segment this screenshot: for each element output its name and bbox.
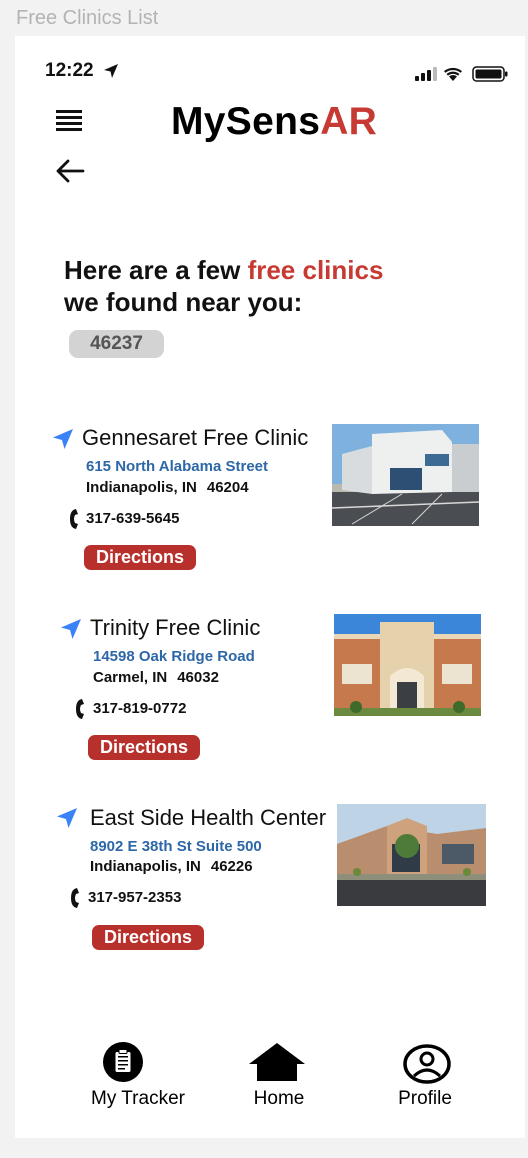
clinic-city: Indianapolis, IN 46226 — [90, 858, 253, 875]
navigation-icon — [60, 618, 82, 640]
nav-home-label[interactable]: Home — [229, 1088, 329, 1110]
wifi-icon — [444, 67, 462, 81]
clinic-name: Trinity Free Clinic — [90, 615, 261, 640]
back-arrow-icon[interactable] — [55, 158, 85, 184]
menu-icon[interactable] — [55, 109, 83, 131]
clinic-phone[interactable]: 317-639-5645 — [86, 510, 179, 527]
clinic-name: Gennesaret Free Clinic — [82, 425, 309, 450]
directions-button[interactable]: Directions — [92, 925, 204, 950]
clinic-photo — [334, 614, 481, 716]
nav-my-tracker[interactable] — [103, 1041, 143, 1083]
directions-button[interactable]: Directions — [88, 735, 200, 760]
app-logo: MySensAR — [171, 100, 378, 143]
zip-code-chip[interactable]: 46237 — [69, 330, 164, 358]
location-arrow-icon — [103, 63, 119, 79]
clinic-phone[interactable]: 317-957-2353 — [88, 889, 181, 906]
clinic-street[interactable]: 14598 Oak Ridge Road — [93, 648, 255, 665]
clinic-photo — [337, 804, 486, 906]
clinic-city: Carmel, IN 46032 — [93, 669, 219, 686]
clinic-street[interactable]: 615 North Alabama Street — [86, 458, 268, 475]
phone-icon — [69, 887, 80, 909]
home-icon[interactable] — [248, 1042, 306, 1082]
phone-icon — [74, 698, 85, 720]
clipboard-icon — [103, 1042, 143, 1082]
status-time: 12:22 — [45, 60, 94, 81]
navigation-icon — [56, 807, 78, 829]
phone-icon — [68, 508, 79, 530]
status-icons — [415, 64, 509, 84]
nav-my-tracker-label[interactable]: My Tracker — [73, 1088, 203, 1110]
window-title: Free Clinics List — [16, 7, 159, 29]
app-screen: 12:22 MySensAR Here are a few free clini… — [15, 36, 525, 1138]
navigation-icon — [52, 428, 74, 450]
page-headline: Here are a few free clinics we found nea… — [64, 255, 384, 317]
clinic-phone[interactable]: 317-819-0772 — [93, 700, 186, 717]
directions-button[interactable]: Directions — [84, 545, 196, 570]
clinic-street[interactable]: 8902 E 38th St Suite 500 — [90, 838, 262, 855]
nav-profile-label[interactable]: Profile — [375, 1088, 475, 1110]
profile-icon[interactable] — [403, 1044, 451, 1084]
clinic-photo — [332, 424, 479, 526]
signal-icon — [415, 67, 437, 81]
battery-icon — [472, 66, 508, 82]
clinic-name: East Side Health Center — [90, 805, 327, 830]
clinic-city: Indianapolis, IN 46204 — [86, 479, 249, 496]
